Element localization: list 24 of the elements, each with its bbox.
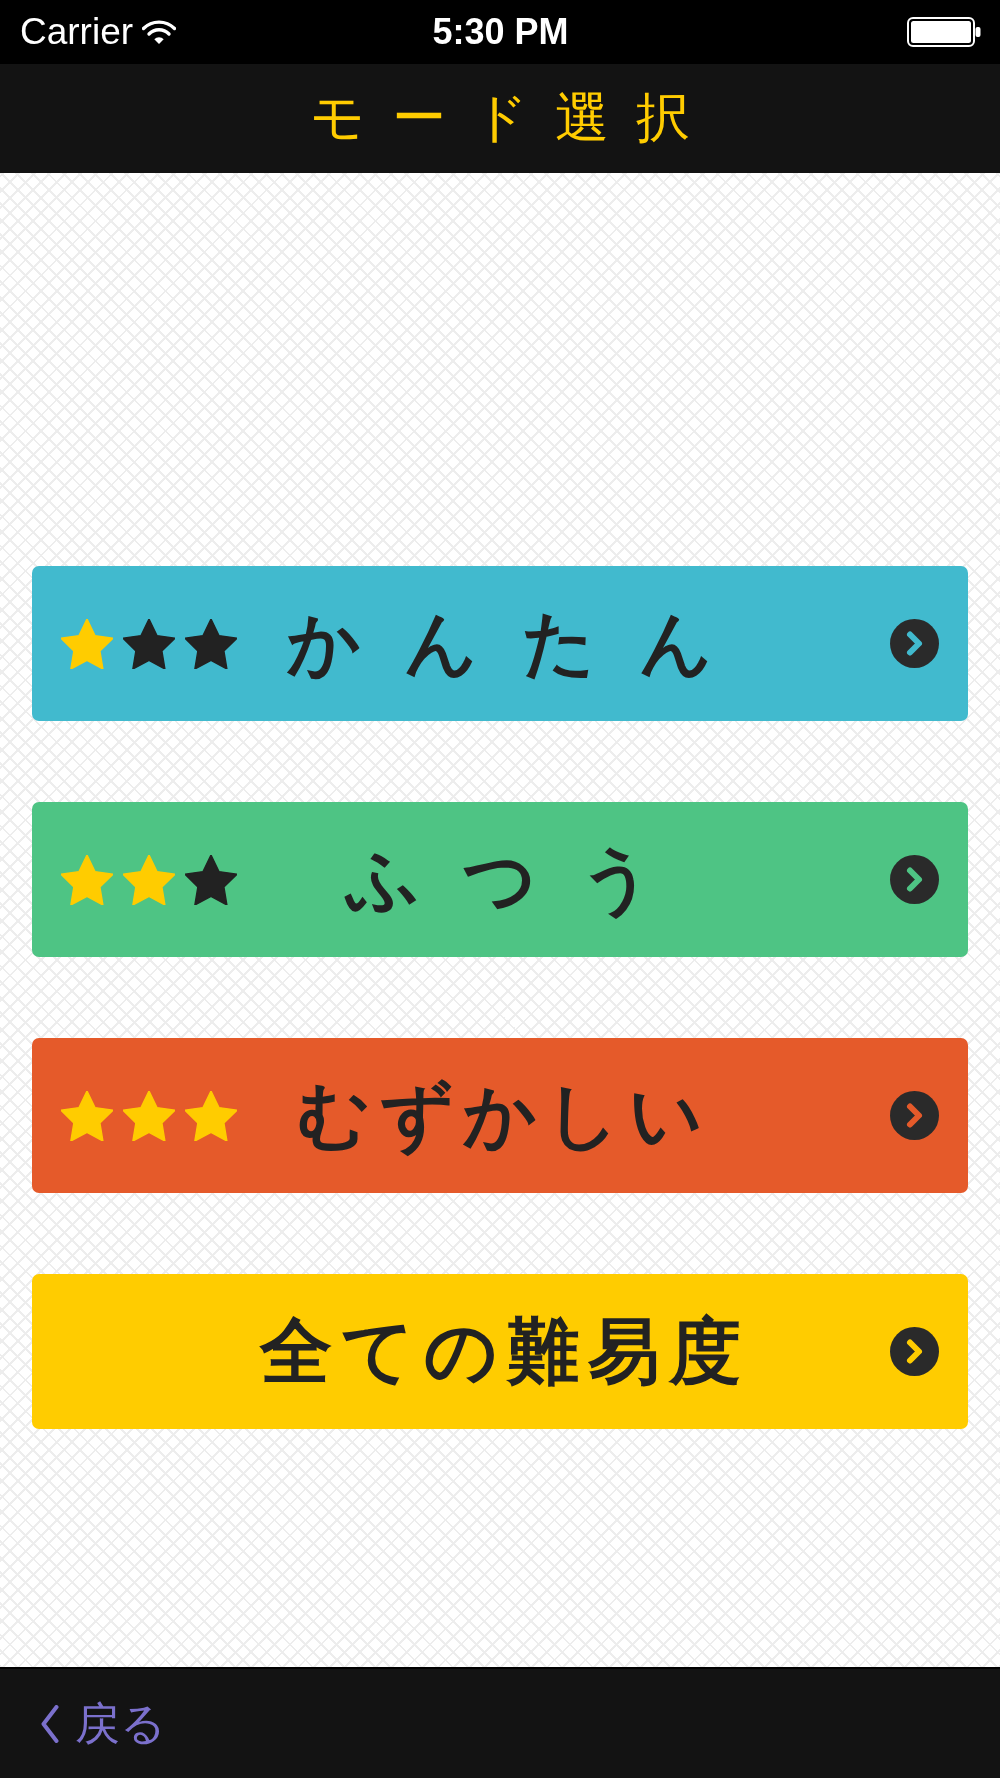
star-icon bbox=[123, 854, 175, 905]
clock-time: 5:30 PM bbox=[432, 11, 569, 53]
chevron-right-icon bbox=[890, 855, 939, 904]
mode-button[interactable]: ふ つ う bbox=[32, 802, 968, 957]
wifi-icon bbox=[142, 19, 177, 45]
chevron-left-icon bbox=[41, 1704, 59, 1743]
star-icon bbox=[185, 854, 237, 905]
star-icon bbox=[185, 1090, 237, 1141]
mode-button[interactable]: か ん た ん bbox=[32, 566, 968, 721]
star-icon bbox=[61, 1090, 113, 1141]
carrier-name: Carrier bbox=[20, 11, 134, 53]
chevron-right-icon bbox=[890, 1327, 939, 1376]
battery-icon bbox=[907, 17, 981, 47]
star-icon bbox=[61, 618, 113, 669]
star-icon bbox=[123, 1090, 175, 1141]
star-icon bbox=[185, 618, 237, 669]
back-button[interactable]: 戻る bbox=[41, 1696, 166, 1751]
mode-button[interactable]: 全ての難易度 bbox=[32, 1274, 968, 1429]
mode-button[interactable]: むずかしい bbox=[32, 1038, 968, 1193]
star-icon bbox=[61, 854, 113, 905]
screen-title: モ ー ド 選 択 bbox=[308, 86, 696, 151]
star-icon bbox=[123, 618, 175, 669]
chevron-right-icon bbox=[890, 619, 939, 668]
chevron-right-icon bbox=[890, 1091, 939, 1140]
